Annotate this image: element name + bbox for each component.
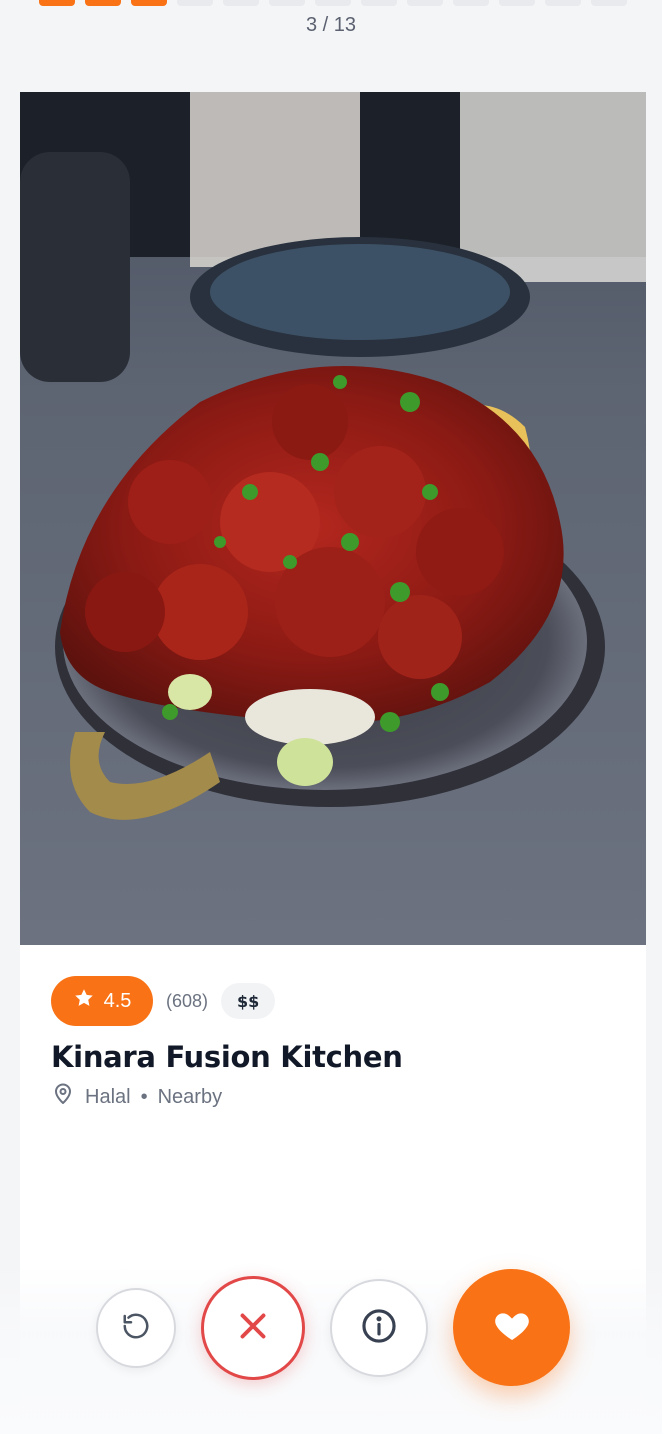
restaurant-photo [20,92,646,945]
map-pin-icon [51,1082,75,1112]
progress-segment [545,0,581,6]
review-count: (608) [166,990,209,1011]
meta-separator: • [140,1085,148,1108]
progress-segment [591,0,627,6]
restaurant-name: Kinara Fusion Kitchen [51,1040,403,1074]
progress-segment [361,0,397,6]
progress-segment [315,0,351,6]
price-badge: $$ [221,983,276,1019]
close-icon [235,1308,271,1349]
info-button[interactable] [330,1279,428,1377]
rating-value: 4.5 [103,989,132,1012]
progress-segment [131,0,167,6]
undo-icon [121,1311,151,1346]
rating-row: 4.5 (608) $$ [51,976,276,1026]
distance-label: Nearby [157,1085,223,1108]
progress-segment [223,0,259,6]
progress-segment [499,0,535,6]
progress-segment [177,0,213,6]
rating-badge: 4.5 [51,976,153,1026]
progress-counter: 3 / 13 [305,14,357,36]
heart-icon [492,1305,532,1350]
info-icon [360,1307,398,1350]
star-icon [73,987,95,1015]
progress-segment [407,0,443,6]
cuisine-tags: Halal [85,1085,131,1108]
progress-bar [39,0,627,6]
restaurant-card[interactable]: 4.5 (608) $$ Kinara Fusion Kitchen Halal… [20,92,646,1412]
progress-segment [269,0,305,6]
progress-segment [453,0,489,6]
dislike-button[interactable] [201,1276,305,1380]
progress-segment [39,0,75,6]
restaurant-meta: Halal • Nearby [51,1082,222,1112]
like-button[interactable] [453,1269,570,1386]
undo-button[interactable] [96,1288,176,1368]
progress-segment [85,0,121,6]
